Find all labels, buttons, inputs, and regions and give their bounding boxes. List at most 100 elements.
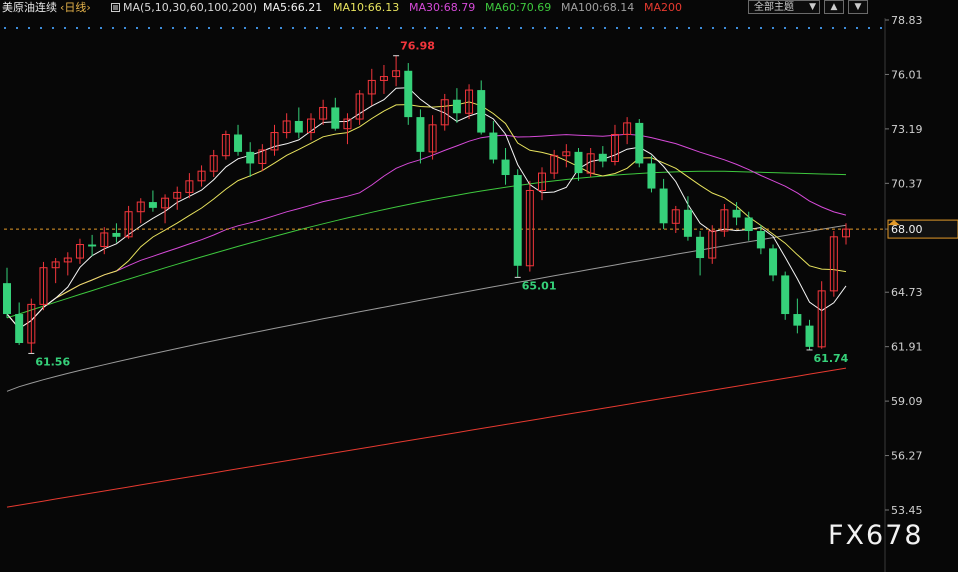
candle <box>331 97 340 131</box>
candle-body <box>234 134 243 152</box>
candle-body <box>683 209 692 237</box>
candle <box>88 234 97 257</box>
candle <box>234 124 243 156</box>
candle-body <box>246 151 255 164</box>
candle <box>404 63 413 125</box>
candle <box>355 90 364 125</box>
candle <box>51 258 60 284</box>
candle <box>465 84 474 120</box>
candle-body <box>148 202 157 208</box>
candle <box>258 144 267 172</box>
candle-body <box>732 209 741 218</box>
candle-body <box>635 122 644 164</box>
candle <box>598 146 607 168</box>
candle-body <box>756 231 765 249</box>
candle <box>501 148 510 185</box>
candle <box>489 120 498 164</box>
candle-body <box>513 175 522 266</box>
watermark-logo: FX678 <box>828 520 924 551</box>
candle <box>647 155 656 193</box>
candle <box>513 169 522 278</box>
extreme-label: 76.98 <box>400 40 435 53</box>
candle <box>744 211 753 241</box>
candle-body <box>744 217 753 232</box>
candle <box>574 148 583 181</box>
candle <box>282 113 291 139</box>
y-tick-label: 73.19 <box>891 123 923 136</box>
ma60-line <box>6 170 847 319</box>
ma200-line <box>6 367 847 508</box>
ma5-line <box>6 87 847 330</box>
candle <box>538 167 547 201</box>
candle-body <box>769 248 778 276</box>
ma10-line <box>6 101 847 330</box>
y-tick-label: 70.37 <box>891 177 923 190</box>
candle <box>185 173 194 199</box>
candle <box>270 124 279 156</box>
candle <box>416 109 425 164</box>
candle <box>173 186 182 210</box>
candle <box>379 64 388 94</box>
candle-body <box>294 120 303 133</box>
candle <box>781 271 790 320</box>
candle <box>27 298 36 354</box>
candle <box>817 281 826 349</box>
candle <box>161 194 170 224</box>
candle <box>15 302 24 345</box>
candle-body <box>647 163 656 189</box>
candle <box>562 144 571 168</box>
candle <box>720 203 729 237</box>
price-chart[interactable]: 78.83 76.01 73.19 70.37 64.73 61.91 59.09 56.27… <box>0 0 958 572</box>
y-tick-label: 56.27 <box>891 450 923 463</box>
candle-body <box>781 275 790 315</box>
candle <box>319 99 328 125</box>
candle-body <box>489 132 498 160</box>
candle-body <box>696 236 705 259</box>
candle <box>477 80 486 135</box>
candle-body <box>331 107 340 129</box>
candle-body <box>452 99 461 114</box>
candle-body <box>404 70 413 118</box>
ma100-line <box>6 224 847 392</box>
candle <box>39 261 48 311</box>
candle <box>635 119 644 168</box>
candle-body <box>659 188 668 224</box>
extreme-label: 65.01 <box>522 279 557 292</box>
candle <box>696 231 705 276</box>
y-tick-label: 61.91 <box>891 341 923 354</box>
candle <box>683 196 692 241</box>
candle <box>659 178 668 230</box>
candle <box>769 244 778 282</box>
candle <box>221 130 230 160</box>
candle <box>63 252 72 276</box>
candle-body <box>598 153 607 162</box>
candle <box>732 202 741 226</box>
candle-body <box>3 283 11 315</box>
candle <box>75 238 84 264</box>
candle <box>392 55 401 87</box>
candle <box>793 298 802 334</box>
candle-body <box>88 244 97 247</box>
extreme-label: 61.56 <box>35 355 70 368</box>
candle <box>428 115 437 160</box>
candle-body <box>805 325 814 347</box>
candle <box>306 113 315 141</box>
candle-body <box>477 90 486 133</box>
candle <box>610 124 619 166</box>
candle <box>623 117 632 145</box>
candle <box>525 180 534 272</box>
y-tick-label: 53.45 <box>891 504 923 517</box>
candle-body <box>501 159 510 176</box>
candle <box>148 190 157 212</box>
candle <box>246 142 255 177</box>
y-tick-label: 78.83 <box>891 14 923 27</box>
candle-body <box>793 314 802 326</box>
candle <box>550 149 559 179</box>
candle <box>343 113 352 145</box>
candle <box>805 319 814 350</box>
candle <box>3 267 11 318</box>
candle <box>197 165 206 187</box>
candle <box>136 198 145 224</box>
candle <box>842 223 850 245</box>
candle-body <box>416 117 425 152</box>
